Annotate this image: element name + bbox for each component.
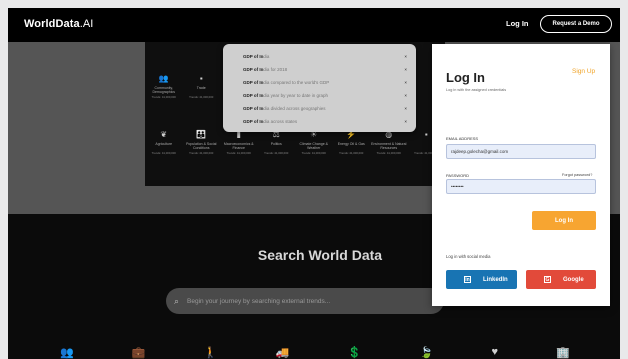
category-trend-count: Trends: 41,000,000 (264, 151, 289, 155)
close-icon[interactable]: × (404, 54, 407, 59)
suggestion-rest: dia compared to the world's GDP (263, 80, 330, 85)
email-field[interactable] (446, 144, 596, 159)
top-frame (0, 0, 628, 8)
close-icon[interactable]: × (404, 106, 407, 111)
site-header: WorldData.AI Log In Request a Demo (8, 8, 620, 42)
category-name: Macroeconomics & Finance (223, 142, 254, 150)
category-trend-count: Trends: 41,000,000 (339, 151, 364, 155)
suggestion-rest: dia year by year to date in graph (263, 93, 328, 98)
password-field[interactable] (446, 179, 596, 194)
suggestion-item[interactable]: GDP of India across states × (243, 119, 407, 124)
request-demo-button[interactable]: Request a Demo (540, 15, 612, 33)
forgot-password-link[interactable]: Forgot password? (562, 173, 592, 177)
category-name: Climate Change & Weather (299, 142, 328, 150)
money-icon[interactable]: 💲 (348, 346, 362, 359)
google-icon: G (544, 276, 551, 283)
suggestion-text: GDP of India year by year to date in gra… (243, 93, 328, 98)
suggestion-match: GDP of In (243, 119, 264, 124)
category-tile[interactable]: ☀ Climate Change & Weather Trends: 41,000,… (295, 130, 333, 155)
category-tile[interactable]: ⚖ Politics Trends: 41,000,000 (258, 130, 296, 155)
category-name: Population & Social Conditions (186, 142, 217, 150)
left-frame (0, 0, 8, 359)
suggestion-item[interactable]: GDP of India divided across geographies × (243, 106, 407, 111)
suggestion-text: GDP of India across states (243, 119, 297, 124)
google-label: Google (563, 276, 584, 283)
suggestion-rest: dia (263, 54, 270, 59)
category-tile[interactable]: 👥 Community, Demographics Trends: 41,000,0… (145, 74, 183, 99)
google-button[interactable]: G Google (526, 270, 596, 289)
heart-icon[interactable]: ♥ (492, 346, 499, 359)
suggestion-item[interactable]: GDP of India for 2018 × (243, 67, 407, 72)
social-login-label: Log in with social media (446, 254, 491, 259)
linkedin-button[interactable]: in LinkedIn (446, 270, 517, 289)
linkedin-icon: in (464, 276, 471, 283)
person-icon[interactable]: 🚶 (204, 346, 218, 359)
search-icon: ⌕ (174, 295, 180, 306)
suggestion-match: GDP of In (243, 106, 264, 111)
suggestion-match: GDP of In (243, 93, 264, 98)
login-title: Log In (446, 70, 485, 85)
category-row-bottom: ❦ Agriculture Trends: 41,000,000 👪 Populatio… (145, 130, 445, 155)
people-icon[interactable]: 👥 (60, 346, 74, 359)
category-name: Environment & Natural Resources (371, 142, 407, 150)
suggestion-rest: dia divided across geographies (263, 106, 326, 111)
category-name: Politics (270, 142, 282, 146)
suggestion-rest: dia for 2018 (263, 67, 288, 72)
suggestion-match: GDP of In (243, 54, 264, 59)
suggestion-match: GDP of In (243, 67, 264, 72)
category-trend-count: Trends: 41,000,000 (226, 151, 251, 155)
leaf-icon: ❦ (160, 130, 168, 139)
group-icon: 👪 (196, 130, 207, 139)
suggestion-text: GDP of India compared to the world's GDP (243, 80, 329, 85)
password-label: PASSWORD (446, 173, 470, 178)
email-label: EMAIL ADDRESS (446, 136, 479, 141)
category-tile[interactable]: ❦ Agriculture Trends: 41,000,000 (145, 130, 183, 155)
suggestion-item[interactable]: GDP of India × (243, 54, 407, 59)
suggestion-text: GDP of India for 2018 (243, 67, 287, 72)
bottom-category-icons: 👥 💼 🚶 🚚 💲 🍃 ♥ 🏢 (60, 346, 570, 359)
category-name: Energy Oil & Gas (337, 142, 365, 146)
category-trend-count: Trends: 41,000,000 (189, 151, 214, 155)
category-trend-count: Trends: 41,000,000 (151, 95, 176, 99)
suggestion-text: GDP of India (243, 54, 269, 59)
people-icon: 👥 (158, 74, 169, 83)
signup-link[interactable]: Sign Up (572, 68, 595, 75)
briefcase-icon: ▪ (199, 74, 203, 83)
close-icon[interactable]: × (404, 80, 407, 85)
category-tile[interactable]: ▪ Trade Trends: 41,000,000 (183, 74, 221, 99)
suggestion-item[interactable]: GDP of India year by year to date in gra… (243, 93, 407, 98)
suggestion-item[interactable]: GDP of India compared to the world's GDP… (243, 80, 407, 85)
close-icon[interactable]: × (404, 119, 407, 124)
suggestion-text: GDP of India divided across geographies (243, 106, 325, 111)
login-button[interactable]: Log In (532, 211, 596, 230)
category-tile[interactable]: ▮ Macroeconomics & Finance Trends: 41,000,… (220, 130, 258, 155)
category-trend-count: Trends: 41,000,000 (151, 151, 176, 155)
close-icon[interactable]: × (404, 67, 407, 72)
category-tile[interactable]: ⚡ Energy Oil & Gas Trends: 41,000,000 (333, 130, 371, 155)
search-bar[interactable]: ⌕ (166, 288, 444, 314)
suggestion-match: GDP of In (243, 80, 264, 85)
category-trend-count: Trends: 41,000,000 (301, 151, 326, 155)
category-trend-count: Trends: 41,000,000 (189, 95, 214, 99)
category-tile[interactable]: 👪 Population & Social Conditions Trends: 4… (183, 130, 221, 155)
category-name: Community, Demographics (152, 86, 176, 94)
search-suggestions-dropdown: GDP of India × GDP of India for 2018 × GDP o… (223, 44, 416, 132)
login-panel: Log In Sign Up Log in with the assigned … (432, 44, 610, 306)
briefcase-icon[interactable]: 💼 (132, 346, 146, 359)
site-logo[interactable]: WorldData.AI (24, 18, 93, 30)
category-tile[interactable]: ◍ Environment & Natural Resources Trends: … (370, 130, 408, 155)
login-subtitle: Log in with the assigned credentials (446, 88, 507, 92)
search-input[interactable] (187, 297, 428, 305)
right-frame (620, 0, 628, 359)
building-icon[interactable]: 🏢 (556, 346, 570, 359)
truck-icon[interactable]: 🚚 (276, 346, 290, 359)
category-name: Trade (196, 86, 206, 90)
category-name: Agriculture (155, 142, 173, 146)
suggestion-rest: dia across states (263, 119, 298, 124)
category-trend-count: Trends: 41,000,000 (376, 151, 401, 155)
leaf-icon[interactable]: 🍃 (420, 346, 434, 359)
linkedin-label: LinkedIn (483, 276, 508, 283)
close-icon[interactable]: × (404, 93, 407, 98)
header-login-link[interactable]: Log In (506, 19, 529, 28)
